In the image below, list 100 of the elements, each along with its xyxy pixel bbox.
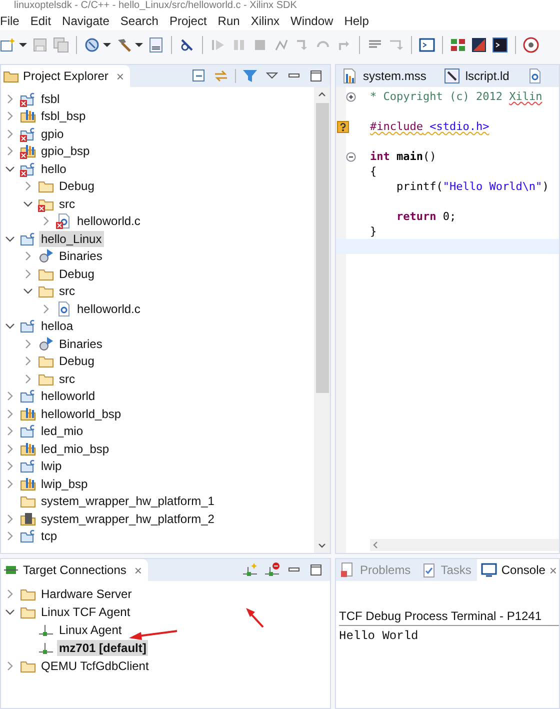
collapse-icon[interactable] <box>346 152 356 162</box>
tree-item[interactable]: tcp <box>39 528 60 544</box>
menu-item[interactable]: Navigate <box>61 14 118 28</box>
hammer-icon[interactable] <box>116 37 132 53</box>
color-square-icon[interactable] <box>471 37 487 53</box>
code-line: #include <stdio.h> <box>370 120 490 133</box>
monitor-icon <box>481 562 498 578</box>
connection-icon <box>38 622 54 638</box>
tree-item[interactable]: QEMU TcfGdbClient <box>39 658 151 674</box>
tree-item[interactable]: lwip <box>39 458 64 474</box>
step-into-icon[interactable] <box>294 37 310 53</box>
new-connection-icon[interactable] <box>242 562 258 578</box>
new-file-icon[interactable] <box>0 37 16 53</box>
tree-item[interactable]: lwip_bsp <box>39 476 90 492</box>
menu-item[interactable]: Search <box>119 14 166 28</box>
console-output: Hello World <box>339 629 420 643</box>
binary-file-icon[interactable] <box>148 37 164 53</box>
scrollbar[interactable] <box>314 87 330 553</box>
delete-connection-icon[interactable] <box>264 562 280 578</box>
arrow <box>246 608 264 628</box>
clipboard-icon <box>420 562 437 578</box>
tree-item[interactable]: led_mio_bsp <box>39 440 112 457</box>
maximize-icon[interactable] <box>308 562 324 578</box>
tree-item[interactable]: Debug <box>57 266 96 282</box>
tree-item[interactable]: helloworld_bsp <box>39 406 124 422</box>
tree-item[interactable]: Hardware Server <box>39 586 134 602</box>
collapse-all-icon[interactable] <box>191 68 207 84</box>
menu-item[interactable]: Project <box>168 14 215 28</box>
tree-item[interactable]: system_wrapper_hw_platform_1 <box>39 493 216 510</box>
blocks-icon[interactable] <box>450 37 466 53</box>
close-button[interactable]: × <box>134 562 142 578</box>
menu-item[interactable]: Xilinx <box>250 14 288 28</box>
scrollbar[interactable] <box>370 539 559 551</box>
connection-icon <box>38 640 54 656</box>
menu-item[interactable]: Run <box>216 14 248 28</box>
tree-item[interactable]: fsbl <box>39 90 62 107</box>
maximize-icon[interactable] <box>308 68 324 84</box>
code-line: int main() <box>370 150 436 163</box>
save-icon[interactable] <box>32 37 48 53</box>
tree-item[interactable]: src <box>57 370 77 387</box>
close-button[interactable]: × <box>116 68 124 84</box>
window-title: linuxoptelsdk - C/C++ - hello_Linux/src/helloworld.c - Xilinx SDK <box>14 0 297 12</box>
tree-item[interactable]: helloworld <box>39 388 98 404</box>
arrow <box>129 630 178 640</box>
menu-item[interactable]: Edit <box>29 14 60 28</box>
chevron-icon[interactable] <box>5 164 15 174</box>
tree-item[interactable]: src <box>57 283 77 300</box>
tree-item[interactable]: Linux Agent <box>57 622 124 638</box>
filter-icon[interactable] <box>242 68 258 84</box>
save-all-icon[interactable] <box>53 37 69 53</box>
stop-icon[interactable] <box>252 37 268 53</box>
menu-item[interactable]: Window <box>290 14 342 28</box>
tree-item[interactable]: helloworld.c <box>75 213 142 230</box>
editor-tab[interactable]: system.mss <box>336 65 438 87</box>
editor-tab[interactable]: lscript.ld <box>438 65 522 87</box>
tree-item[interactable]: Binaries <box>57 248 104 264</box>
tree-item[interactable]: Binaries <box>57 336 104 352</box>
chevron-icon[interactable] <box>23 286 33 296</box>
tree-item[interactable]: helloworld.c <box>75 300 142 317</box>
tree-item[interactable]: hello_Linux <box>39 230 104 247</box>
code-line: } <box>370 225 377 238</box>
view-tab[interactable]: Console × <box>477 559 559 581</box>
chevron-icon[interactable] <box>5 321 15 332</box>
file-icon <box>527 68 544 84</box>
pause-icon[interactable] <box>231 37 247 53</box>
tree-item[interactable]: helloa <box>39 318 76 334</box>
tree-item[interactable]: system_wrapper_hw_platform_2 <box>39 510 216 527</box>
caret-icon[interactable] <box>19 41 27 49</box>
view-tab[interactable]: Project Explorer × <box>1 65 130 87</box>
tree-item[interactable]: hello <box>39 160 68 177</box>
tree-item[interactable]: gpio <box>39 126 66 142</box>
tree-item[interactable]: fsbl_bsp <box>39 108 88 124</box>
close-button[interactable]: × <box>549 562 557 578</box>
chevron-icon[interactable] <box>5 607 15 617</box>
tree-item[interactable]: gpio_bsp <box>39 143 92 160</box>
scroll-thumb[interactable] <box>316 103 328 393</box>
code-line: * Copyright (c) 2012 Xilin <box>370 90 542 103</box>
tree-item[interactable]: mz701 [default] <box>57 640 148 656</box>
bars-icon <box>342 68 358 84</box>
caret-icon[interactable] <box>103 41 111 49</box>
view-tab[interactable]: Target Connections × <box>1 559 148 581</box>
tree-item[interactable]: led_mio <box>39 423 86 440</box>
chevron-icon[interactable] <box>23 198 33 209</box>
caret-icon[interactable] <box>135 41 143 49</box>
expand-icon[interactable] <box>346 92 356 102</box>
menu-item[interactable]: Help <box>343 14 377 28</box>
tree-item[interactable]: Debug <box>57 353 96 370</box>
code-line: { <box>370 165 377 178</box>
process-title: TCF Debug Process Terminal - P1241 <box>339 609 559 626</box>
chevron-icon[interactable] <box>5 234 15 244</box>
tree-item[interactable]: Linux TCF Agent <box>39 604 132 620</box>
code-line: return 0; <box>395 210 456 223</box>
code-line: printf("Hello World\n") <box>395 180 549 193</box>
terminal-icon[interactable] <box>419 37 435 53</box>
resume-icon[interactable] <box>210 37 226 53</box>
tree-item[interactable]: Debug <box>57 178 96 194</box>
tree-item[interactable]: src <box>57 196 77 212</box>
console-icon[interactable] <box>492 37 508 53</box>
menu-item[interactable]: File <box>0 14 28 28</box>
link-arrows-icon[interactable] <box>213 68 229 84</box>
